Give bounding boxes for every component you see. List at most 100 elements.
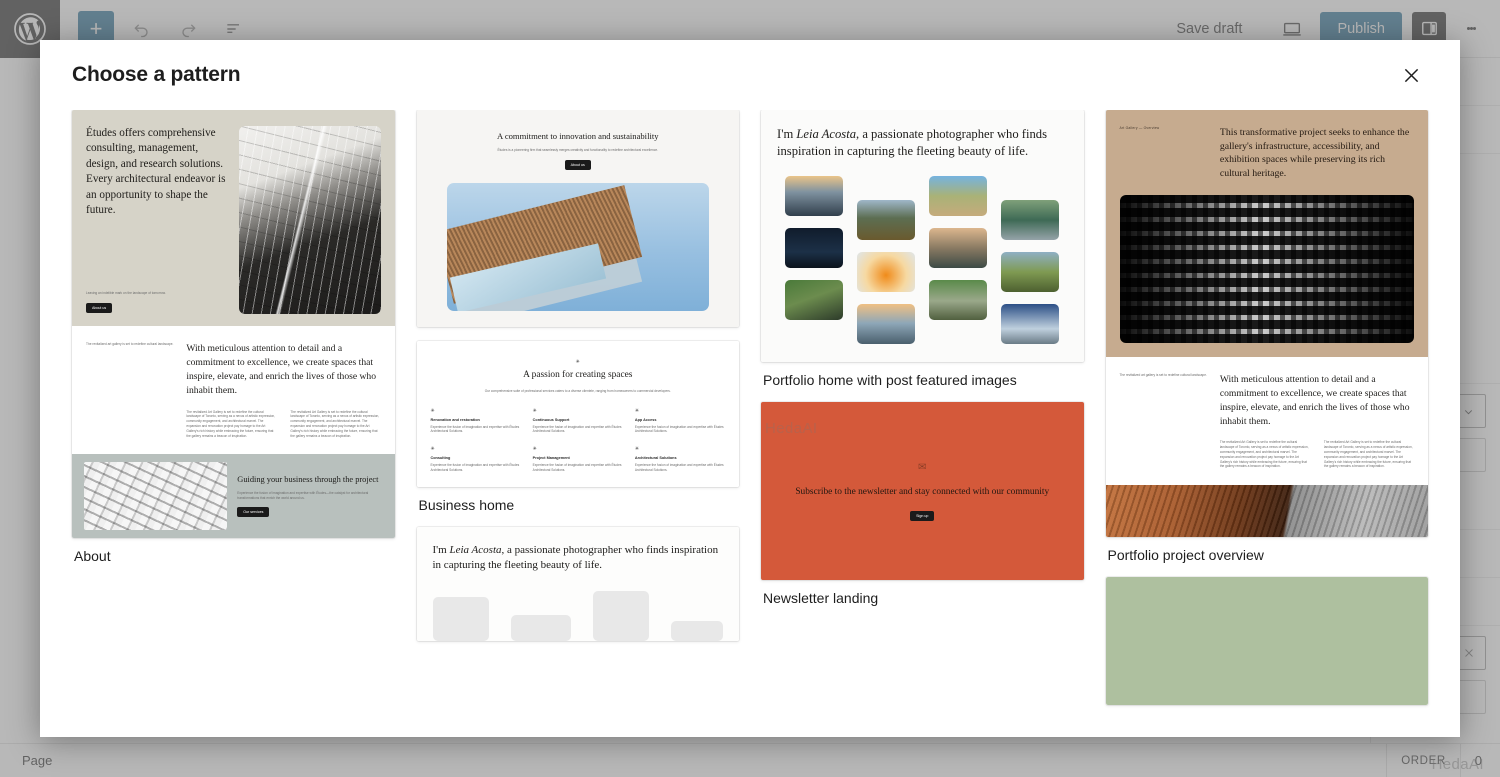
watermark-bottom-right: HedaAI [1432,756,1484,773]
business-hero-body: Études is a pioneering firm that seamles… [431,148,726,153]
leia2-heading-name: Leia Acosta [449,544,501,556]
service-cell: ✳ Architectural Solutions Experience the… [635,446,725,473]
asterisk-icon: ✳ [431,446,521,452]
asterisk-icon: ✳ [635,446,725,452]
project-eyebrow: Art Gallery — Overview [1120,126,1208,181]
newsletter-signup-button[interactable]: Sign up [910,511,934,521]
service-cell: ✳ Renovation and restoration Experience … [431,408,521,435]
photo-thumb [929,176,987,216]
pattern-list[interactable]: Études offers comprehensive consulting, … [40,110,1460,737]
pattern-card-portfolio-home-2[interactable]: I'm Leia Acosta, a passionate photograph… [417,527,740,641]
pattern-preview-green-block[interactable] [1106,577,1429,705]
project-hero: Art Gallery — Overview This transformati… [1106,110,1429,357]
pattern-preview-business-services[interactable]: ✳ A passion for creating spaces Our comp… [417,341,740,487]
project-hero-image [1120,195,1415,343]
about-cta-body: Experience the fusion of imagination and… [237,491,382,501]
pattern-card-business-home[interactable]: A commitment to innovation and sustainab… [417,110,740,513]
service-title: Renovation and restoration [431,418,521,422]
asterisk-icon: ✳ [533,408,623,414]
about-hero-heading: Études offers comprehensive consulting, … [86,126,227,219]
pattern-column-3: I'm Leia Acosta, a passionate photograph… [761,110,1084,737]
photo-thumb [785,176,843,216]
project-mid: The revitalized art gallery is set to re… [1106,357,1429,485]
service-title: App Access [635,418,725,422]
project-mid-small: The revitalized art gallery is set to re… [1120,373,1208,378]
photo-column [1001,200,1059,344]
photo-thumb [929,280,987,320]
leia-heading-pre: I'm [777,127,796,141]
pattern-preview-newsletter[interactable]: ✉ Subscribe to the newsletter and stay c… [761,402,1084,580]
pattern-column-4: Art Gallery — Overview This transformati… [1106,110,1429,737]
service-cell: ✳ App Access Experience the fusion of im… [635,408,725,435]
pattern-column-1: Études offers comprehensive consulting, … [72,110,395,737]
pattern-preview-portfolio-home-2[interactable]: I'm Leia Acosta, a passionate photograph… [417,527,740,641]
service-body: Experience the fusion of imagination and… [533,425,623,435]
about-cta-image [84,462,227,530]
business-hero-button[interactable]: About us [565,160,591,170]
image-placeholder [511,615,571,641]
photo-column [857,200,915,344]
image-placeholder [671,621,723,641]
pattern-preview-about[interactable]: Études offers comprehensive consulting, … [72,110,395,538]
photo-thumb [1001,252,1059,292]
project-mid-heading: With meticulous attention to detail and … [1220,373,1414,429]
leia-heading-name: Leia Acosta [796,127,856,141]
close-icon[interactable] [1394,58,1428,92]
leia2-placeholder-row [433,591,724,641]
photo-thumb [1001,200,1059,240]
pattern-preview-portfolio-project[interactable]: Art Gallery — Overview This transformati… [1106,110,1429,537]
pattern-card-portfolio-project-overview[interactable]: Art Gallery — Overview This transformati… [1106,110,1429,563]
asterisk-icon: ✳ [635,408,725,414]
modal-header: Choose a pattern [40,40,1460,110]
service-body: Experience the fusion of imagination and… [635,425,725,435]
newsletter-heading: Subscribe to the newsletter and stay con… [795,485,1049,499]
pattern-label-portfolio-project: Portfolio project overview [1108,547,1427,563]
business-services: ✳ A passion for creating spaces Our comp… [417,341,740,487]
service-title: Project Management [533,456,623,460]
about-mid: The revitalized art gallery is set to re… [72,326,395,454]
about-cta: Guiding your business through the projec… [72,454,395,538]
service-title: Continuous Support [533,418,623,422]
pattern-card-newsletter[interactable]: ✉ Subscribe to the newsletter and stay c… [761,402,1084,606]
business-hero-heading: A commitment to innovation and sustainab… [431,130,726,142]
pattern-card-green-block[interactable] [1106,577,1429,705]
portfolio-home-body: I'm Leia Acosta, a passionate photograph… [761,110,1084,362]
pattern-preview-business-home[interactable]: A commitment to innovation and sustainab… [417,110,740,327]
photo-column [929,176,987,344]
about-cta-button[interactable]: Our services [237,507,269,517]
photo-thumb [857,200,915,240]
about-mid-col2: The revitalized Art Gallery is set to re… [290,410,380,439]
photo-thumb [857,252,915,292]
about-hero: Études offers comprehensive consulting, … [72,110,395,326]
about-hero-button[interactable]: About us [86,303,112,313]
photo-thumb [857,304,915,344]
service-cell: ✳ Consulting Experience the fusion of im… [431,446,521,473]
asterisk-ornament-icon: ✳ [431,359,726,365]
envelope-icon: ✉ [918,462,926,473]
pattern-preview-portfolio-home[interactable]: I'm Leia Acosta, a passionate photograph… [761,110,1084,362]
choose-pattern-modal: Choose a pattern Études offers comprehen… [40,40,1460,737]
pattern-column-2: A commitment to innovation and sustainab… [417,110,740,737]
photo-thumb [785,280,843,320]
newsletter-body: ✉ Subscribe to the newsletter and stay c… [761,402,1084,580]
photo-thumb [785,228,843,268]
page-title: Choose a pattern [72,63,240,87]
pattern-card-about[interactable]: Études offers comprehensive consulting, … [72,110,395,564]
about-mid-small: The revitalized art gallery is set to re… [86,342,174,347]
service-cell: ✳ Continuous Support Experience the fusi… [533,408,623,435]
project-footer-image [1106,485,1429,537]
services-heading: A passion for creating spaces [431,369,726,383]
asterisk-icon: ✳ [431,408,521,414]
services-body: Our comprehensive suite of professional … [431,389,726,394]
image-placeholder [593,591,649,641]
about-cta-heading: Guiding your business through the projec… [237,474,382,485]
pattern-card-portfolio-home[interactable]: I'm Leia Acosta, a passionate photograph… [761,110,1084,388]
about-mid-heading: With meticulous attention to detail and … [186,342,380,398]
photo-thumb [1001,304,1059,344]
about-hero-sub: Leaving an indelible mark on the landsca… [86,291,227,296]
service-cell: ✳ Project Management Experience the fusi… [533,446,623,473]
pattern-label-about: About [74,548,393,564]
service-title: Consulting [431,456,521,460]
service-title: Architectural Solutions [635,456,725,460]
service-body: Experience the fusion of imagination and… [431,463,521,473]
